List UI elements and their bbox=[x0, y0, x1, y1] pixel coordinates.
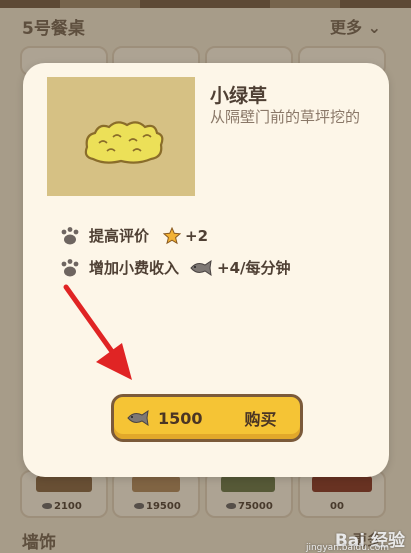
item-description: 从隔壁门前的草坪挖的 bbox=[210, 108, 361, 126]
star-icon bbox=[163, 226, 182, 244]
fish-icon bbox=[190, 259, 212, 276]
effect-label: 增加小费收入 bbox=[89, 259, 180, 277]
item-detail-dialog: 小绿草 从隔壁门前的草坪挖的 提高评价 +2 增加小费收入 +4/每分钟 150… bbox=[23, 63, 389, 477]
effect-value: +4/每分钟 bbox=[217, 259, 291, 277]
item-thumbnail bbox=[47, 77, 195, 196]
fish-icon bbox=[127, 410, 149, 426]
effect-label: 提高评价 bbox=[89, 227, 150, 245]
paw-icon bbox=[61, 258, 79, 276]
grass-icon bbox=[84, 121, 164, 164]
buy-button[interactable]: 1500 购买 bbox=[111, 394, 303, 442]
item-name: 小绿草 bbox=[210, 85, 268, 107]
effect-rating: 提高评价 +2 bbox=[59, 225, 208, 246]
buy-price: 1500 bbox=[158, 408, 203, 428]
paw-icon bbox=[61, 226, 79, 244]
watermark-url: jingyan.baidu.com bbox=[305, 543, 389, 553]
effect-value: +2 bbox=[185, 226, 209, 245]
buy-label: 购买 bbox=[244, 410, 277, 429]
effect-tip: 增加小费收入 +4/每分钟 bbox=[59, 257, 291, 278]
